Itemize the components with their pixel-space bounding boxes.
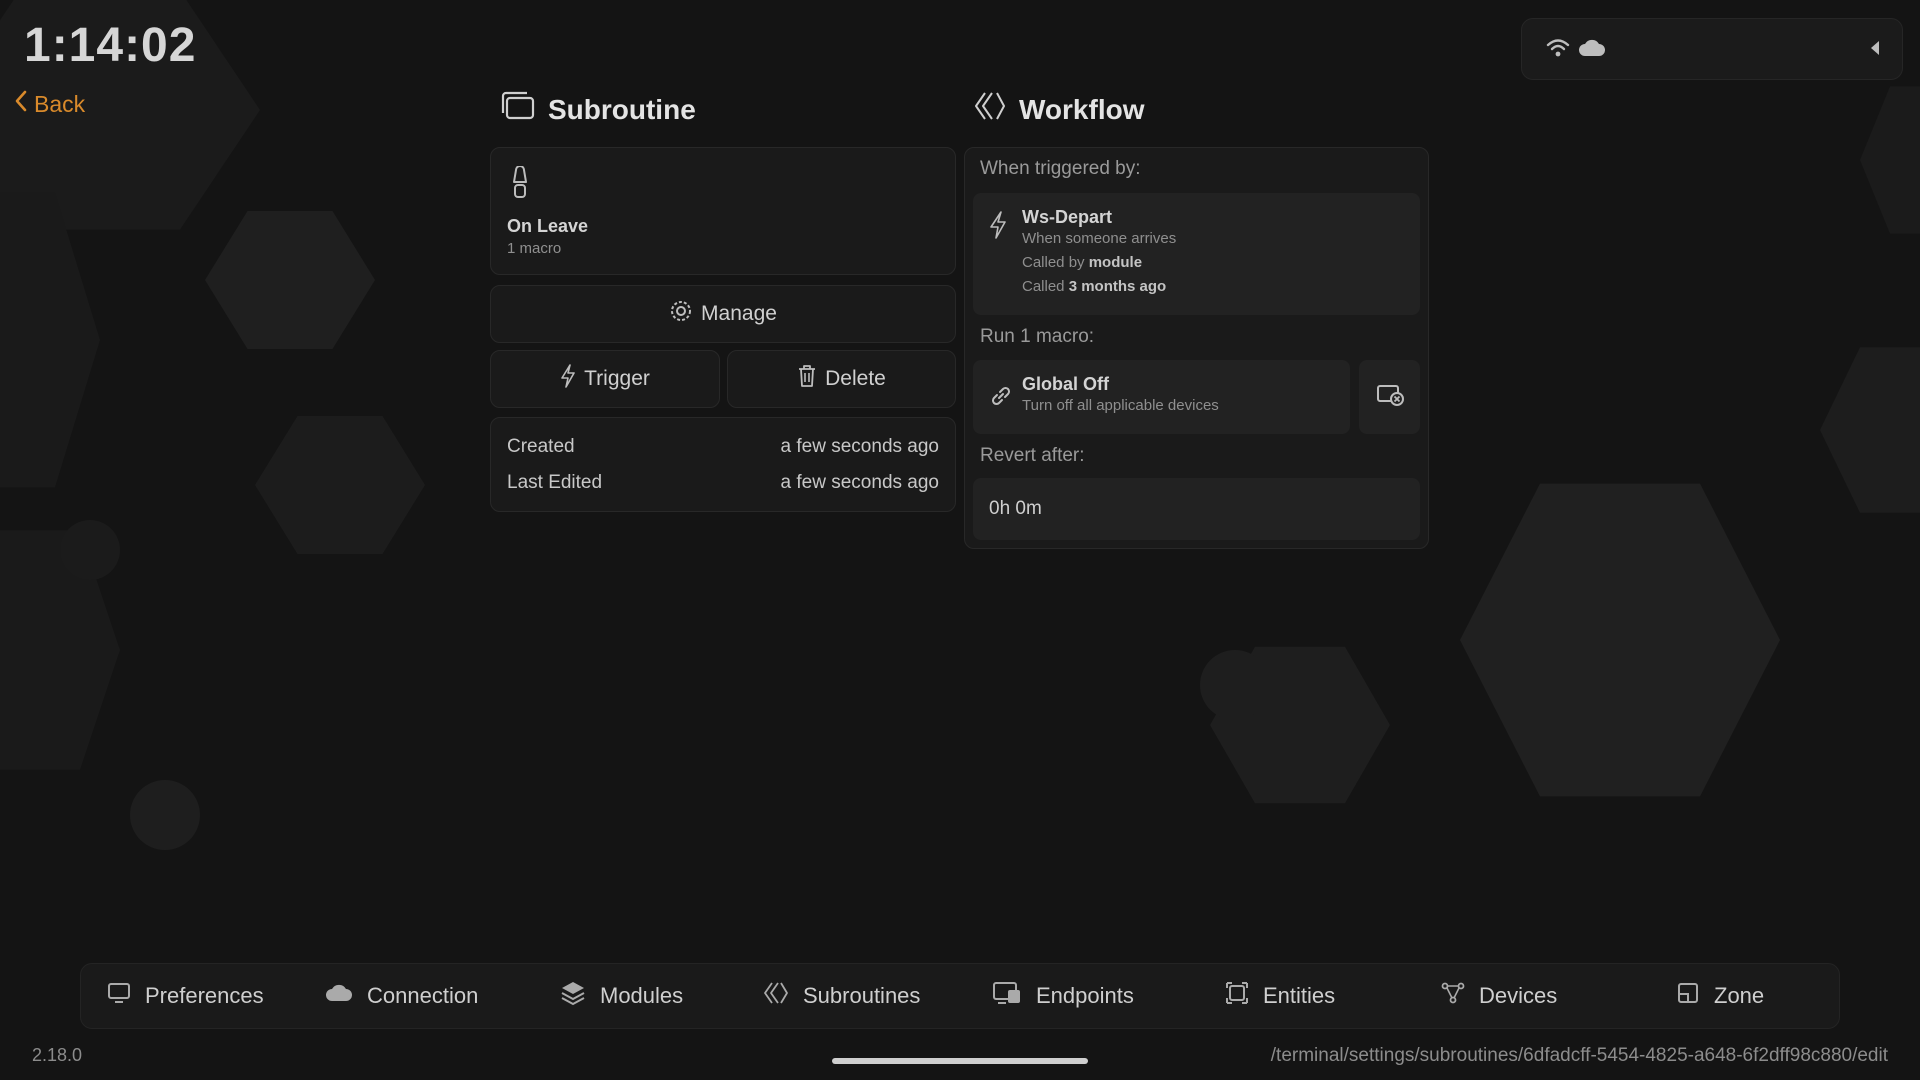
- subroutines-icon: [763, 981, 789, 1011]
- trigger-button[interactable]: Trigger: [490, 350, 720, 408]
- nav-label-endpoints: Endpoints: [1036, 983, 1134, 1008]
- status-pill[interactable]: [1521, 18, 1903, 80]
- bolt-icon: [989, 211, 1007, 244]
- endpoints-icon: [992, 981, 1022, 1011]
- workflow-title: Workflow: [1019, 93, 1145, 125]
- cloud-icon: [325, 983, 353, 1009]
- macro-item[interactable]: Global Off Turn off all applicable devic…: [973, 360, 1350, 434]
- delete-button[interactable]: Delete: [727, 350, 956, 408]
- macro-count: 1 macro: [507, 240, 562, 257]
- remove-screen-icon: [1376, 383, 1404, 412]
- subroutine-name: On Leave: [507, 216, 589, 236]
- subroutine-icon: [500, 91, 536, 128]
- subroutine-header: Subroutine: [500, 91, 696, 128]
- nav-label-subroutines: Subroutines: [803, 983, 921, 1008]
- trigger-label: Trigger: [584, 367, 650, 390]
- revert-duration-value: 0h 0m: [989, 498, 1042, 519]
- nav-label-devices: Devices: [1479, 983, 1558, 1008]
- remove-macro-button[interactable]: [1359, 360, 1420, 434]
- trigger-called-when: Called 3 months ago: [1022, 278, 1166, 295]
- collapse-arrow-icon[interactable]: [1870, 40, 1880, 61]
- nav-item-endpoints[interactable]: Endpoints: [992, 964, 1134, 1028]
- edited-value: a few seconds ago: [780, 472, 939, 493]
- wifi-icon: [1546, 37, 1570, 64]
- home-indicator[interactable]: [832, 1058, 1088, 1064]
- created-value: a few seconds ago: [780, 436, 939, 457]
- called-by-prefix: Called by: [1022, 254, 1085, 271]
- cloud-icon: [1578, 38, 1606, 63]
- monitor-icon: [107, 982, 131, 1010]
- called-value: 3 months ago: [1068, 278, 1167, 295]
- trigger-called-by: Called by module: [1022, 254, 1142, 271]
- called-prefix: Called: [1022, 278, 1065, 295]
- nav-item-connection[interactable]: Connection: [325, 964, 478, 1028]
- nav-item-zone[interactable]: Zone: [1676, 964, 1764, 1028]
- back-button[interactable]: Back: [14, 90, 85, 118]
- manage-label: Manage: [701, 302, 777, 325]
- delete-label: Delete: [825, 367, 886, 390]
- chevron-left-icon: [14, 90, 28, 118]
- entities-icon: [1225, 981, 1249, 1011]
- nav-label-preferences: Preferences: [145, 983, 264, 1008]
- gear-icon: [669, 299, 693, 329]
- nav-item-entities[interactable]: Entities: [1225, 964, 1335, 1028]
- subroutine-title: Subroutine: [548, 93, 696, 125]
- macro-name: Global Off: [1022, 374, 1109, 394]
- nav-item-subroutines[interactable]: Subroutines: [763, 964, 920, 1028]
- link-icon: [989, 384, 1013, 413]
- workflow-icon: [973, 91, 1007, 128]
- clock: 1:14:02: [24, 19, 197, 72]
- version-label: 2.18.0: [32, 1045, 83, 1065]
- bottom-nav: Preferences Connection Modules Subroutin…: [80, 963, 1840, 1029]
- nav-label-zone: Zone: [1714, 983, 1765, 1008]
- nav-item-devices[interactable]: Devices: [1441, 964, 1557, 1028]
- timestamps-card: Created a few seconds ago Last Edited a …: [490, 417, 956, 512]
- trigger-description: When someone arrives: [1022, 230, 1177, 247]
- trash-icon: [797, 364, 817, 394]
- revert-duration-field[interactable]: 0h 0m: [973, 478, 1420, 540]
- edited-row: Last Edited a few seconds ago: [507, 472, 939, 494]
- triggered-by-label: When triggered by:: [980, 158, 1141, 179]
- nav-item-modules[interactable]: Modules: [560, 964, 683, 1028]
- subroutine-info-card: On Leave 1 macro: [490, 147, 956, 275]
- trigger-item[interactable]: Ws-Depart When someone arrives Called by…: [973, 193, 1420, 315]
- called-by-value: module: [1088, 254, 1143, 271]
- nav-item-preferences[interactable]: Preferences: [107, 964, 264, 1028]
- layers-icon: [560, 980, 586, 1012]
- trigger-name: Ws-Depart: [1022, 207, 1113, 227]
- revert-after-label: Revert after:: [980, 445, 1085, 466]
- nav-label-entities: Entities: [1263, 983, 1336, 1008]
- macro-description: Turn off all applicable devices: [1022, 397, 1219, 414]
- created-row: Created a few seconds ago: [507, 436, 939, 458]
- edited-label: Last Edited: [507, 472, 603, 493]
- created-label: Created: [507, 436, 575, 457]
- nav-label-modules: Modules: [600, 983, 684, 1008]
- lamp-icon: [509, 165, 531, 205]
- run-macro-label: Run 1 macro:: [980, 326, 1095, 347]
- back-label: Back: [34, 90, 86, 117]
- manage-button[interactable]: Manage: [490, 285, 956, 343]
- workflow-card: When triggered by: Ws-Depart When someon…: [964, 147, 1429, 549]
- workflow-header: Workflow: [973, 91, 1144, 128]
- devices-icon: [1441, 981, 1465, 1011]
- bolt-icon: [560, 364, 576, 394]
- zone-icon: [1676, 981, 1700, 1011]
- route-path: /terminal/settings/subroutines/6dfadcff-…: [1270, 1045, 1888, 1066]
- nav-label-connection: Connection: [367, 983, 479, 1008]
